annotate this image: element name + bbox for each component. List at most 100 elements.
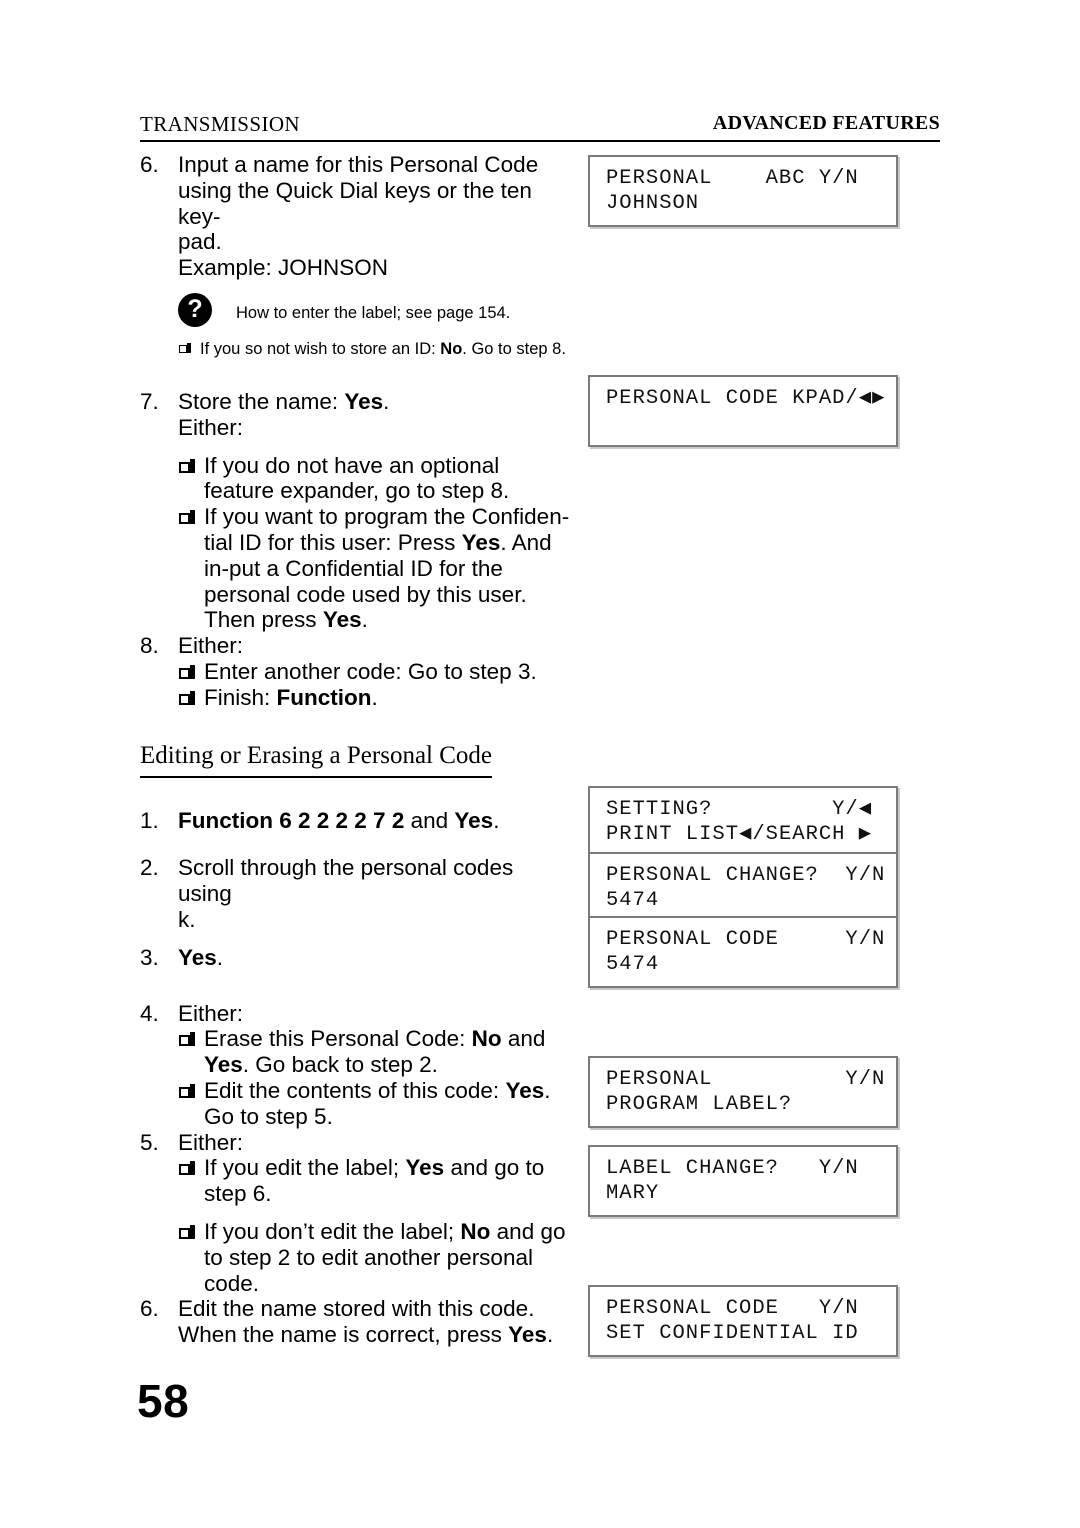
flag-bullet-icon [178, 504, 204, 530]
step-edit-6-body: Edit the name stored with this code. Whe… [178, 1296, 570, 1348]
step-edit-4-b1-part-2: . Go back to step 2. [242, 1052, 438, 1078]
step-edit-6-line-2-part-1: When the name is correct, press [178, 1322, 509, 1348]
lcd-personal-change-line-2: 5474 [606, 889, 660, 912]
step-edit-3-body: Yes. [178, 945, 570, 971]
lcd-label-change: LABEL CHANGE? Y/N MARY [588, 1145, 898, 1217]
flag-bullet-icon [178, 1078, 204, 1104]
step-6-line-2: using the Quick Dial keys or the ten key… [178, 177, 532, 229]
lcd-personal-code-5474: PERSONAL CODE Y/N 5474 [588, 916, 898, 988]
step-6-body: Input a name for this Personal Code usin… [178, 152, 570, 281]
step-7-bullet-2-part-3: . [361, 607, 368, 633]
step-8-bullet-2-text: Finish: Function. [204, 685, 570, 711]
step-edit-5-body: Either: [178, 1130, 570, 1156]
step-edit-4-number: 4. [140, 1000, 159, 1026]
step-edit-5-b1-yes: Yes [405, 1155, 445, 1181]
step-edit-3-yes: Yes [178, 944, 217, 970]
step-7-bullet-1: If you do not have an optional feature e… [178, 453, 570, 505]
step-edit-2: 2. Scroll through the personal codes usi… [140, 855, 570, 932]
step-8-bullet-2-part-2: . [371, 684, 378, 710]
step-edit-5: 5. Either: [140, 1130, 570, 1156]
header-rule [140, 140, 940, 142]
step-edit-6-number: 6. [140, 1296, 159, 1322]
step-edit-5-b1-part-1: If you edit the label; [204, 1155, 406, 1181]
lcd-label-change-line-1: LABEL CHANGE? Y/N [606, 1157, 859, 1180]
step-7-either: Either: [178, 414, 244, 440]
step-edit-1: 1. Function 6 2 2 2 2 7 2 and Yes. [140, 808, 570, 834]
step-edit-4-b2-part-1: Edit the contents of this code: [204, 1077, 506, 1103]
lcd-personal-code-kpad-line-2 [606, 411, 896, 436]
store-id-note-no: No [440, 339, 463, 358]
step-edit-2-line-2: k. [178, 906, 196, 932]
lcd-label-change-line-2: MARY [606, 1182, 660, 1205]
step-edit-1-and: and [404, 807, 455, 833]
step-edit-4: 4. Either: [140, 1001, 570, 1027]
step-7-bullet-2-text: If you want to program the Confiden-tial… [204, 504, 570, 633]
flag-bullet-icon [178, 1219, 204, 1245]
manual-page: TRANSMISSION ADVANCED FEATURES 6. Input … [0, 0, 1080, 1528]
step-6-example: Example: JOHNSON [178, 255, 389, 281]
lcd-program-label-line-1: PERSONAL Y/N [606, 1068, 886, 1091]
step-6-number: 6. [140, 152, 159, 177]
lcd-personal-code-kpad: PERSONAL CODE KPAD/◀▶ [588, 375, 898, 447]
lcd-personal-abc-line-1: PERSONAL ABC Y/N [606, 167, 859, 190]
step-8: 8. Either: [140, 633, 570, 659]
step-7-number: 7. [140, 388, 159, 414]
step-7-line-1-part-2: . [383, 388, 390, 414]
step-edit-4-bullet-2: Edit the contents of this code: Yes. Go … [178, 1078, 570, 1130]
lcd-program-label: PERSONAL Y/N PROGRAM LABEL? [588, 1056, 898, 1128]
step-edit-4-b1-and: and [501, 1026, 546, 1052]
step-edit-6: 6. Edit the name stored with this code. … [140, 1296, 570, 1348]
step-edit-1-function-keys: Function 6 2 2 2 2 7 2 [178, 807, 405, 833]
store-id-note-text: If you so not wish to store an ID: No. G… [200, 339, 566, 359]
step-edit-4-body: Either: [178, 1001, 570, 1027]
flag-bullet-icon [178, 453, 204, 479]
step-edit-1-body: Function 6 2 2 2 2 7 2 and Yes. [178, 808, 570, 834]
lcd-personal-code-5474-line-1: PERSONAL CODE Y/N [606, 928, 886, 951]
step-6: 6. Input a name for this Personal Code u… [140, 152, 570, 281]
step-edit-5-bullet-1: If you edit the label; Yes and go to ste… [178, 1155, 570, 1207]
step-7-bullet-1-text: If you do not have an optional feature e… [204, 452, 510, 504]
flag-bullet-icon [178, 1155, 204, 1181]
step-edit-1-period: . [493, 807, 500, 833]
header-chapter-label: ADVANCED FEATURES [712, 112, 940, 134]
lcd-personal-abc: PERSONAL ABC Y/N JOHNSON [588, 155, 898, 227]
step-edit-5-bullet-1-text: If you edit the label; Yes and go to ste… [204, 1155, 570, 1207]
step-edit-5-either: Either: [178, 1129, 244, 1155]
step-6-line-3: pad. [178, 229, 222, 255]
question-mark-icon: ? [178, 292, 212, 327]
lcd-set-confidential: PERSONAL CODE Y/N SET CONFIDENTIAL ID [588, 1285, 898, 1357]
step-edit-4-bullet-2-text: Edit the contents of this code: Yes. Go … [204, 1078, 570, 1130]
step-edit-4-b1-yes: Yes [204, 1052, 243, 1078]
store-id-note-part-1: If you so not wish to store an ID: [200, 339, 441, 358]
step-edit-4-b1-part-1: Erase this Personal Code: [204, 1026, 472, 1052]
step-8-number: 8. [140, 633, 159, 659]
step-6-line-1: Input a name for this Personal Code [178, 152, 539, 177]
lcd-personal-change-line-1: PERSONAL CHANGE? Y/N [606, 864, 886, 887]
step-edit-5-b2-no: No [460, 1218, 491, 1244]
step-edit-5-bullet-2: If you don’t edit the label; No and go t… [178, 1219, 570, 1296]
store-id-note-part-2: . Go to step 8. [462, 339, 566, 358]
flag-bullet-icon [178, 659, 204, 685]
instruction-column: 6. Input a name for this Personal Code u… [140, 152, 570, 1348]
step-8-bullet-2-part-1: Finish: [204, 684, 277, 710]
step-edit-2-number: 2. [140, 855, 159, 881]
hint-note: ? How to enter the label; see page 154. [140, 292, 570, 327]
hint-note-text: How to enter the label; see page 154. [236, 303, 511, 322]
flag-bullet-icon [178, 1026, 204, 1052]
lcd-set-confidential-line-1: PERSONAL CODE Y/N [606, 1297, 859, 1320]
step-edit-4-bullet-1: Erase this Personal Code: No and Yes. Go… [178, 1026, 570, 1078]
lcd-set-confidential-line-2: SET CONFIDENTIAL ID [606, 1322, 859, 1345]
flag-bullet-icon [178, 685, 204, 711]
step-8-bullet-1-text: Enter another code: Go to step 3. [204, 658, 537, 684]
lcd-personal-code-5474-line-2: 5474 [606, 953, 660, 976]
step-edit-3-period: . [216, 944, 224, 970]
section-heading-wrap: Editing or Erasing a Personal Code [140, 741, 570, 778]
lcd-personal-code-kpad-line-1: PERSONAL CODE KPAD/◀▶ [606, 387, 886, 410]
step-edit-5-bullet-2-text: If you don’t edit the label; No and go t… [204, 1219, 570, 1296]
step-edit-6-period: . [546, 1322, 554, 1348]
step-8-body: Either: [178, 633, 570, 659]
lcd-setting-line-1: SETTING? Y/◀ [606, 798, 873, 821]
step-edit-6-line-2: When the name is correct, press Yes. [178, 1322, 570, 1348]
step-edit-2-line-1: Scroll through the personal codes using [178, 855, 514, 907]
lcd-personal-change: PERSONAL CHANGE? Y/N 5474 [588, 852, 898, 924]
